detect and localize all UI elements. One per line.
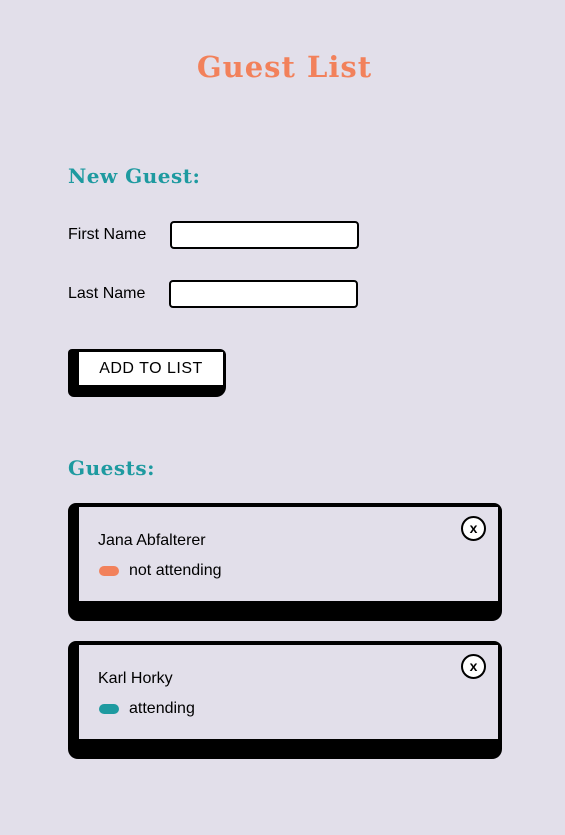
guest-card-body: Jana Abfalterer not attending x <box>79 507 498 601</box>
first-name-input[interactable] <box>170 221 359 249</box>
first-name-label: First Name <box>68 226 147 243</box>
guest-status[interactable]: attending <box>99 699 195 719</box>
remove-guest-button[interactable]: x <box>461 516 486 541</box>
page-title: Guest List <box>196 50 373 84</box>
guest-list-page: Guest List New Guest: First Name Last Na… <box>0 0 565 835</box>
status-indicator-icon <box>99 566 119 576</box>
status-label: attending <box>129 700 195 717</box>
guest-card: Karl Horky attending x <box>68 641 502 759</box>
new-guest-heading: New Guest: <box>68 164 201 188</box>
guest-card: Jana Abfalterer not attending x <box>68 503 502 621</box>
last-name-input[interactable] <box>169 280 358 308</box>
last-name-label: Last Name <box>68 285 146 302</box>
remove-guest-button[interactable]: x <box>461 654 486 679</box>
guest-status[interactable]: not attending <box>99 561 222 581</box>
status-label: not attending <box>129 562 222 579</box>
guests-heading: Guests: <box>68 456 155 480</box>
add-to-list-button[interactable]: ADD TO LIST <box>79 352 223 385</box>
guest-name: Jana Abfalterer <box>98 532 206 549</box>
guest-name: Karl Horky <box>98 670 173 687</box>
status-indicator-icon <box>99 704 119 714</box>
guest-card-body: Karl Horky attending x <box>79 645 498 739</box>
